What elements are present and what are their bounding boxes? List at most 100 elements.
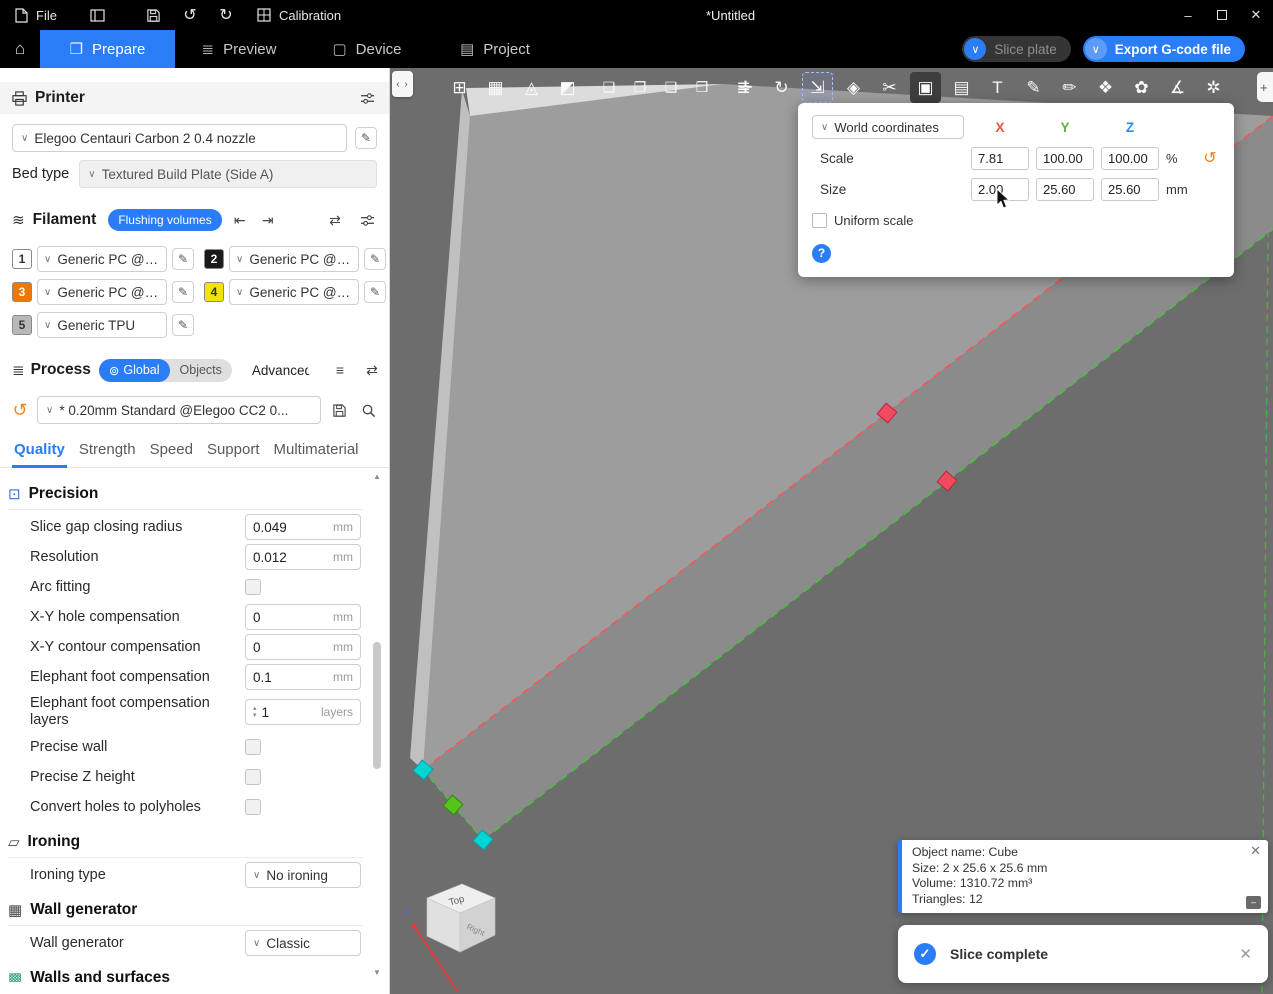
close-button[interactable]: ✕ — [1239, 0, 1273, 30]
filament-select-2[interactable]: ∨Generic PC @Ele... — [229, 246, 359, 272]
close-icon[interactable]: ✕ — [1239, 945, 1252, 963]
polyholes-checkbox[interactable] — [245, 799, 261, 815]
process-preset-select[interactable]: ∨ * 0.20mm Standard @Elegoo CC2 0... — [37, 396, 321, 424]
arrange-icon[interactable]: ▦ — [480, 72, 511, 103]
sync-filament-icon[interactable]: ⇄ — [325, 210, 345, 230]
scroll-up-icon[interactable]: ▲ — [373, 472, 381, 484]
export-dropdown-icon[interactable]: ∨ — [1084, 38, 1107, 60]
wall-generator-select[interactable]: ∨ Classic — [245, 930, 361, 956]
help-button[interactable]: ? — [812, 243, 831, 263]
slice-plate-button[interactable]: ∨ Slice plate — [962, 36, 1071, 62]
edit-filament-5-icon[interactable]: ✎ — [172, 314, 194, 336]
fill-plate-icon[interactable]: ❒ — [689, 72, 715, 103]
filament-color-3[interactable]: 3 — [12, 282, 32, 302]
printer-settings-icon[interactable] — [357, 88, 377, 108]
tab-project[interactable]: ▤ Project — [431, 30, 559, 68]
minimize-button[interactable]: – — [1171, 0, 1205, 30]
revert-preset-icon[interactable]: ↺ — [10, 400, 30, 421]
assembly-view-icon[interactable]: ✲ — [1198, 72, 1229, 103]
arc-fitting-checkbox[interactable] — [245, 579, 261, 595]
filament-select-5[interactable]: ∨ Generic TPU — [37, 312, 167, 338]
slice-dropdown-icon[interactable]: ∨ — [964, 38, 987, 60]
move-tool-icon[interactable]: ✛ — [730, 72, 761, 103]
filament-color-5[interactable]: 5 — [12, 315, 32, 335]
scope-objects-button[interactable]: Objects — [170, 359, 232, 381]
edit-filament-1-icon[interactable]: ✎ — [172, 248, 194, 270]
filament-color-2[interactable]: 2 — [204, 249, 224, 269]
tab-speed[interactable]: Speed — [148, 434, 195, 467]
collapse-info-button[interactable]: ‒ — [1246, 896, 1261, 909]
unload-filament-icon[interactable]: ⇥ — [258, 210, 278, 230]
rotate-tool-icon[interactable]: ↻ — [766, 72, 797, 103]
undo-icon[interactable]: ↺ — [179, 4, 201, 26]
edit-printer-icon[interactable]: ✎ — [355, 127, 377, 149]
file-menu-icon[interactable] — [10, 4, 32, 26]
split-to-parts-icon[interactable]: ❐ — [627, 72, 653, 103]
variable-layer-height-icon[interactable]: ▤ — [946, 72, 977, 103]
size-z-input[interactable]: 25.60 — [1101, 177, 1159, 201]
seam-position-icon[interactable]: ◩ — [552, 72, 583, 103]
auto-orient-icon[interactable]: ◬ — [516, 72, 547, 103]
scale-x-input[interactable]: 7.81 — [971, 146, 1029, 170]
close-icon[interactable]: ✕ — [1250, 843, 1261, 859]
cut-tool-icon[interactable]: ✂ — [874, 72, 905, 103]
filament-select-4[interactable]: ∨Generic PC @Ele... — [229, 279, 359, 305]
edit-filament-3-icon[interactable]: ✎ — [172, 281, 194, 303]
filament-select-1[interactable]: ∨ Generic PC @E... — [37, 246, 167, 272]
compare-presets-icon[interactable]: ⇄ — [362, 360, 382, 380]
printer-select[interactable]: ∨ Elegoo Centauri Carbon 2 0.4 nozzle — [12, 124, 347, 152]
reset-scale-icon[interactable]: ↺ — [1199, 148, 1221, 168]
slice-gap-input[interactable]: 0.049 mm — [245, 514, 361, 540]
tab-device[interactable]: ▢ Device — [303, 30, 431, 68]
search-icon[interactable] — [357, 399, 379, 421]
flushing-volumes-button[interactable]: Flushing volumes — [108, 209, 222, 231]
elephant-foot-input[interactable]: 0.1 mm — [245, 664, 361, 690]
precise-z-checkbox[interactable] — [245, 769, 261, 785]
coordinate-mode-select[interactable]: ∨ World coordinates — [812, 115, 964, 139]
filament-color-4[interactable]: 4 — [204, 282, 224, 302]
load-filament-icon[interactable]: ⇤ — [230, 210, 250, 230]
export-gcode-button[interactable]: ∨ Export G-code file — [1082, 36, 1245, 62]
flatten-tool-icon[interactable]: ◈ — [838, 72, 869, 103]
scale-z-input[interactable]: 100.00 — [1101, 146, 1159, 170]
seam-painting-icon[interactable]: ✏ — [1054, 72, 1085, 103]
scale-tool-icon[interactable]: ⇲ — [802, 72, 833, 103]
sidebar-collapse-handle[interactable]: ‹ › — [392, 71, 413, 97]
tab-strength[interactable]: Strength — [77, 434, 138, 467]
elephant-layers-spinner[interactable]: ▴ ▾ 1 layers — [245, 699, 361, 725]
viewport-3d[interactable]: z Top Right ‹ › + ⊞ ▦ ◬ ◩ ❏ ❐ ❑ ❒ ≣ ✛ ↻ … — [390, 68, 1273, 994]
text-tool-icon[interactable]: T — [982, 72, 1013, 103]
panel-toggle-icon[interactable] — [87, 4, 109, 26]
clone-icon[interactable]: ❑ — [658, 72, 684, 103]
scrollbar-thumb[interactable] — [373, 642, 381, 769]
mesh-boolean-icon[interactable]: ▣ — [910, 72, 941, 103]
maximize-button[interactable] — [1205, 0, 1239, 30]
filament-settings-icon[interactable] — [357, 210, 377, 230]
calibration-menu[interactable]: Calibration — [279, 8, 341, 23]
home-button[interactable]: ⌂ — [0, 30, 40, 68]
svg-tool-icon[interactable]: ✎ — [1018, 72, 1049, 103]
save-icon[interactable] — [143, 4, 165, 26]
tab-prepare[interactable]: ❒ Prepare — [40, 30, 175, 68]
file-menu[interactable]: File — [36, 8, 57, 23]
precise-wall-checkbox[interactable] — [245, 739, 261, 755]
calibration-icon[interactable] — [253, 4, 275, 26]
add-model-icon[interactable]: ⊞ — [444, 72, 475, 103]
tab-support[interactable]: Support — [205, 434, 262, 467]
uniform-scale-checkbox[interactable] — [812, 212, 827, 228]
size-y-input[interactable]: 25.60 — [1036, 177, 1094, 201]
save-preset-icon[interactable] — [328, 399, 350, 421]
tab-preview[interactable]: ≣ Preview — [175, 30, 303, 68]
scroll-down-icon[interactable]: ▼ — [373, 968, 381, 980]
edit-filament-2-icon[interactable]: ✎ — [364, 248, 386, 270]
measure-tool-icon[interactable]: ∡ — [1162, 72, 1193, 103]
tab-quality[interactable]: Quality — [12, 434, 67, 468]
support-painting-icon[interactable]: ❖ — [1090, 72, 1121, 103]
scope-global-button[interactable]: ⊚ Global — [98, 358, 170, 382]
xy-contour-input[interactable]: 0 mm — [245, 634, 361, 660]
resolution-input[interactable]: 0.012 mm — [245, 544, 361, 570]
split-to-objects-icon[interactable]: ❏ — [596, 72, 622, 103]
ironing-type-select[interactable]: ∨ No ironing — [245, 862, 361, 888]
parameter-table-icon[interactable]: ≡ — [330, 360, 350, 380]
spinner-arrows-icon[interactable]: ▴ ▾ — [253, 705, 257, 719]
